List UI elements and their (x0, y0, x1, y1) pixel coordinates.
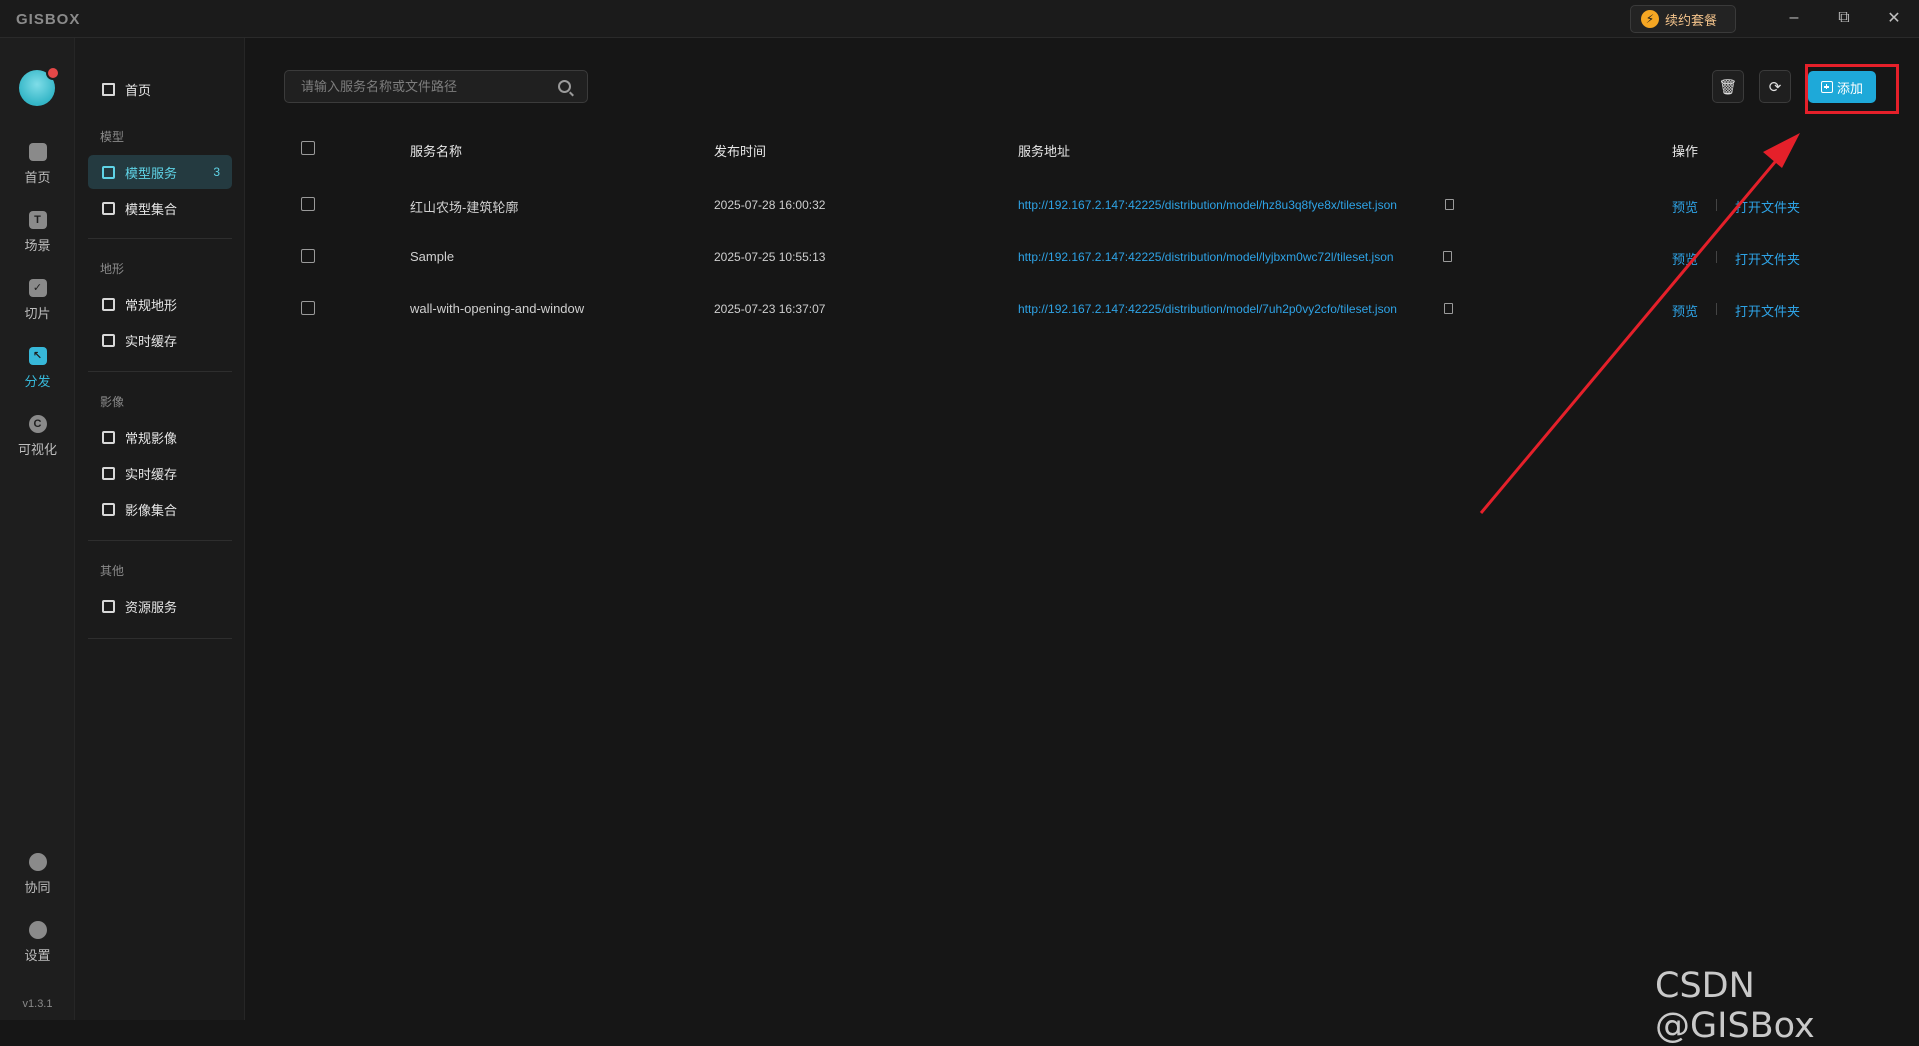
annotation-arrow (1479, 133, 1800, 514)
watermark: CSDN @GISBox (1655, 966, 1815, 1046)
